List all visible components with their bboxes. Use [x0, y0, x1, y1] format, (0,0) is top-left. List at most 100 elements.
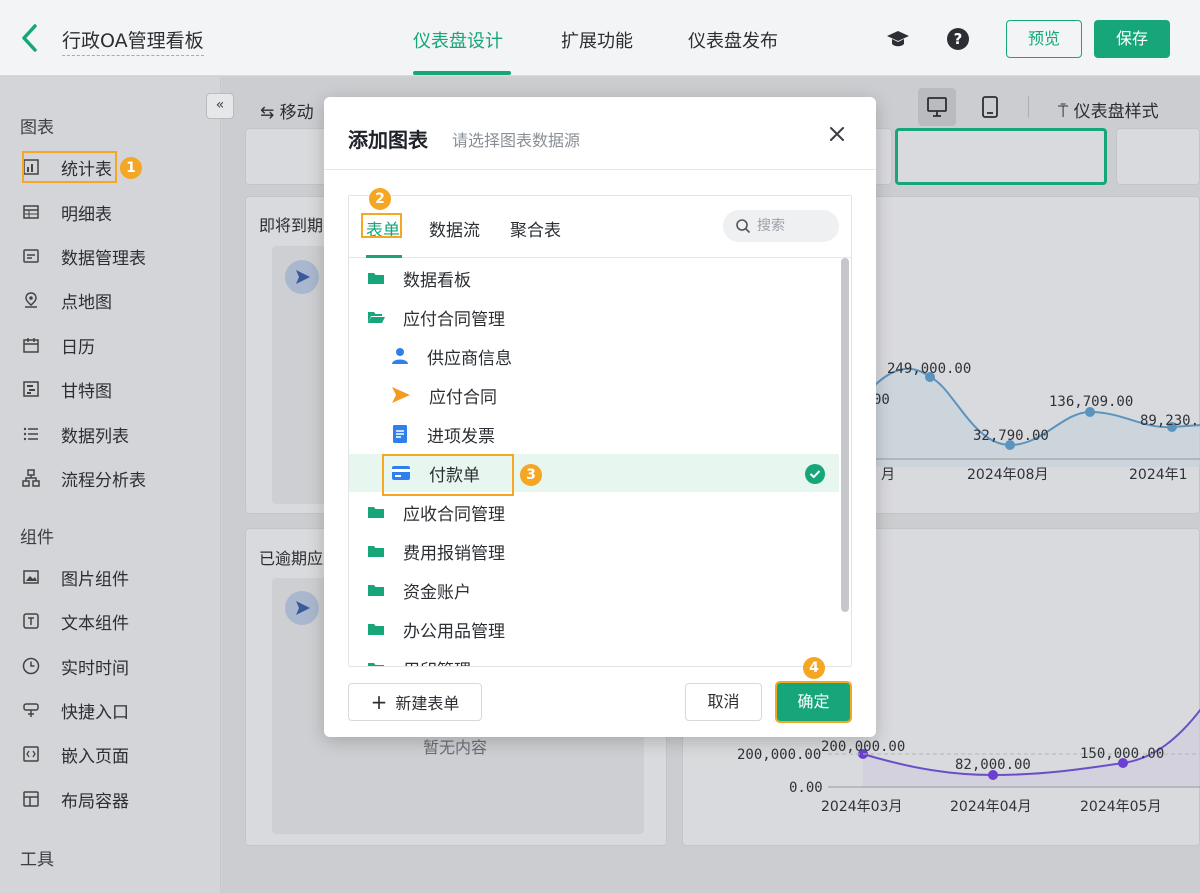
move-button[interactable]: ⇆ 移动: [260, 98, 314, 123]
tree-label: 供应商信息: [427, 348, 512, 369]
tree-folder[interactable]: 办公用品管理: [349, 610, 839, 648]
sidebar-item-data-list[interactable]: 数据列表: [22, 419, 129, 449]
sidebar-item-calendar[interactable]: 日历: [22, 330, 95, 360]
cancel-button[interactable]: 取消: [685, 683, 762, 721]
tree-folder[interactable]: 用印管理: [349, 649, 839, 667]
tree-folder[interactable]: 数据看板: [349, 259, 839, 297]
sidebar-item-embed[interactable]: 嵌入页面: [22, 739, 129, 769]
plus-icon: +: [370, 690, 388, 714]
back-arrow-icon[interactable]: [16, 22, 44, 54]
send-avatar: [285, 260, 319, 294]
x-tick-label: 2024年1: [1129, 467, 1188, 483]
sidebar-item-map[interactable]: 点地图: [22, 285, 112, 315]
mobile-view-button[interactable]: [971, 88, 1009, 126]
tree-form-item[interactable]: 进项发票: [349, 415, 839, 453]
tab-aggregate[interactable]: 聚合表: [510, 216, 561, 241]
empty-state-text: 暂无内容: [423, 738, 488, 757]
sidebar-item-label: 图片组件: [61, 569, 129, 590]
x-tick-label: 2024年08月: [967, 467, 1048, 483]
folder-icon: [368, 507, 384, 518]
new-form-button[interactable]: + 新建表单: [348, 683, 482, 721]
tab-dashboard-publish[interactable]: 仪表盘发布: [688, 27, 778, 53]
gantt-icon: [23, 381, 39, 397]
tab-dataflow[interactable]: 数据流: [429, 216, 480, 241]
shortcut-icon: [23, 703, 39, 717]
y-tick-label: 0.00: [789, 780, 823, 796]
tabs-divider: [349, 257, 851, 258]
app-title[interactable]: 行政OA管理看板: [62, 26, 204, 56]
dialog-title: 添加图表: [348, 128, 428, 152]
save-button[interactable]: 保存: [1094, 20, 1170, 58]
graduation-cap-icon[interactable]: [886, 27, 910, 51]
tree-folder[interactable]: 费用报销管理: [349, 532, 839, 570]
image-icon: [23, 570, 39, 584]
search-input[interactable]: [757, 216, 833, 236]
help-icon[interactable]: ?: [946, 27, 970, 51]
step-3-highlight: [382, 454, 514, 496]
sidebar-item-gantt[interactable]: 甘特图: [22, 374, 112, 404]
sidebar-item-data-manage[interactable]: 数据管理表: [22, 241, 146, 271]
tree-folder[interactable]: 资金账户: [349, 571, 839, 609]
card-title: 即将到期: [259, 216, 324, 235]
data-source-picker: 表单 数据流 聚合表 数据看板 应付合同管理 供应商信息 应付合同 进项发票: [348, 195, 852, 667]
document-icon: [393, 425, 407, 443]
search-box[interactable]: [723, 210, 839, 242]
user-icon: [392, 348, 408, 364]
step-1-highlight: [22, 151, 117, 183]
map-pin-icon: [25, 292, 37, 308]
tablet-icon: [982, 96, 998, 118]
dashboard-style-button[interactable]: ⍑ 仪表盘样式: [1058, 97, 1159, 122]
close-icon[interactable]: [826, 123, 848, 145]
send-avatar: [285, 591, 319, 625]
x-tick-label: 月: [881, 467, 895, 483]
clock-icon: [22, 657, 40, 675]
tree-folder-expanded[interactable]: 应付合同管理: [349, 298, 839, 336]
monitor-icon: [927, 97, 947, 117]
layout-icon: [23, 791, 39, 807]
dialog-divider: [324, 169, 876, 170]
tab-dashboard-design[interactable]: 仪表盘设计: [413, 27, 503, 53]
sidebar-item-image[interactable]: 图片组件: [22, 562, 129, 592]
tree-folder[interactable]: 应收合同管理: [349, 493, 839, 531]
tree-label: 用印管理: [403, 656, 471, 667]
tree-label: 进项发票: [427, 426, 495, 447]
top-header: 行政OA管理看板 仪表盘设计 扩展功能 仪表盘发布 ? 预览 保存: [0, 0, 1200, 76]
card-title: 已逾期应: [259, 549, 324, 568]
tree-form-item[interactable]: 供应商信息: [349, 337, 839, 375]
text-icon: [23, 613, 39, 629]
data-label: 82,000.00: [955, 757, 1031, 773]
flow-icon: [22, 469, 40, 487]
list-icon: [23, 427, 38, 441]
new-form-label: 新建表单: [395, 694, 460, 713]
folder-icon: [368, 663, 384, 666]
step-3-badge: 3: [520, 464, 542, 486]
embed-icon: [23, 746, 39, 762]
sidebar-item-clock[interactable]: 实时时间: [22, 651, 129, 681]
tree-label: 应付合同: [429, 387, 497, 408]
desktop-view-button[interactable]: [918, 88, 956, 126]
toolbar-divider: [1028, 96, 1029, 118]
tree-label: 数据看板: [403, 270, 471, 291]
sidebar-item-flow-analysis[interactable]: 流程分析表: [22, 463, 146, 493]
confirm-button[interactable]: 确定: [775, 681, 852, 723]
sidebar-item-detail-table[interactable]: 明细表: [22, 197, 112, 227]
data-label: 200,000.00: [821, 739, 905, 755]
paint-roller-icon: ⍑: [1058, 102, 1074, 122]
scrollbar[interactable]: [841, 258, 849, 612]
tree-label: 应付合同管理: [403, 309, 505, 330]
folder-icon: [368, 546, 384, 557]
active-tab-indicator: [366, 255, 402, 258]
x-tick-label: 2024年03月: [821, 799, 902, 815]
sidebar-item-shortcut[interactable]: 快捷入口: [22, 695, 129, 725]
step-2-badge: 2: [369, 188, 391, 210]
calendar-icon: [23, 338, 39, 353]
preview-button[interactable]: 预览: [1006, 20, 1082, 58]
tree-form-item[interactable]: 应付合同: [349, 376, 839, 414]
sidebar-item-layout[interactable]: 布局容器: [22, 784, 129, 814]
dashboard-card-selected[interactable]: [895, 128, 1107, 185]
sidebar-item-text[interactable]: 文本组件: [22, 606, 129, 636]
tab-extensions[interactable]: 扩展功能: [561, 27, 633, 53]
data-label: 249,000.00: [887, 361, 971, 377]
dashboard-card[interactable]: [1116, 128, 1200, 185]
sidebar-item-label: 明细表: [61, 204, 112, 225]
